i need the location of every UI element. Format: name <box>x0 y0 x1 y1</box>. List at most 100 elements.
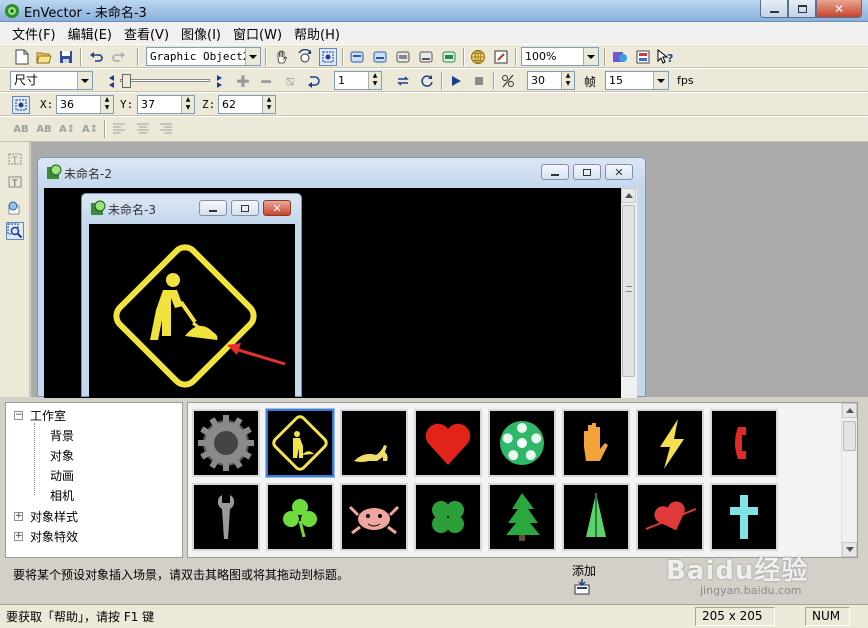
select-object-icon[interactable] <box>319 48 337 66</box>
last-frame-icon[interactable] <box>213 72 227 90</box>
menu-image[interactable]: 图像(I) <box>175 24 227 43</box>
stop-icon[interactable] <box>470 72 488 90</box>
gallery-scrollbar[interactable] <box>841 403 857 557</box>
child-close-button[interactable]: ✕ <box>263 200 291 216</box>
refresh-icon[interactable] <box>418 72 436 90</box>
redo-icon[interactable] <box>110 48 128 66</box>
vertical-scrollbar[interactable] <box>621 188 637 398</box>
properties-icon[interactable] <box>634 48 652 66</box>
edit-picture-icon[interactable] <box>492 48 510 66</box>
globe-icon[interactable] <box>469 48 487 66</box>
spin-arrows[interactable]: ▲ ▼ <box>368 72 381 89</box>
rotate-tool-icon[interactable] <box>296 48 314 66</box>
render-icon[interactable] <box>611 48 629 66</box>
mode-select[interactable]: 尺寸 <box>10 71 93 90</box>
fps-spinner[interactable]: 30 ▲ ▼ <box>527 71 575 90</box>
gallery-item[interactable] <box>562 483 630 551</box>
open-folder-icon[interactable] <box>35 48 53 66</box>
frames-select[interactable]: 15 <box>605 71 669 90</box>
new-file-icon[interactable] <box>13 48 31 66</box>
tree-item-studio[interactable]: 工作室 <box>30 407 66 424</box>
selection-zoom-icon[interactable] <box>6 222 24 240</box>
gallery-item[interactable] <box>266 409 334 477</box>
loop-back-icon[interactable] <box>305 72 323 90</box>
maximize-button[interactable] <box>788 0 816 18</box>
minimize-button[interactable] <box>760 0 788 18</box>
scroll-thumb[interactable] <box>843 421 856 451</box>
frame-spinner[interactable]: 1 ▲ ▼ <box>334 71 382 90</box>
child-restore-button[interactable] <box>231 200 259 216</box>
child-close-button[interactable]: ✕ <box>605 164 633 180</box>
close-button[interactable]: ✕ <box>816 0 862 18</box>
tree-item-object-styles[interactable]: 对象样式 <box>30 508 78 525</box>
gallery-item[interactable] <box>192 483 260 551</box>
first-frame-icon[interactable] <box>104 72 118 90</box>
layer-front-icon[interactable] <box>348 48 366 66</box>
layer-back-icon[interactable] <box>417 48 435 66</box>
spin-arrows[interactable]: ▲ ▼ <box>100 96 113 113</box>
menu-file[interactable]: 文件(F) <box>6 24 62 43</box>
tree-item-animation[interactable]: 动画 <box>50 467 74 484</box>
child-restore-button[interactable] <box>573 164 601 180</box>
undo-icon[interactable] <box>87 48 105 66</box>
gallery-item[interactable] <box>340 409 408 477</box>
spin-arrows[interactable]: ▲ ▼ <box>561 72 574 89</box>
slider-thumb[interactable] <box>122 74 131 88</box>
child-minimize-button[interactable] <box>541 164 569 180</box>
tree-expand-icon[interactable]: + <box>14 512 23 521</box>
tree-item-object-effects[interactable]: 对象特效 <box>30 528 78 545</box>
document-window-front[interactable]: 未命名-3 ✕ <box>81 193 302 398</box>
construction-sign-object[interactable] <box>89 224 295 398</box>
gallery-item[interactable] <box>636 483 704 551</box>
play-icon[interactable] <box>447 72 465 90</box>
menu-view[interactable]: 查看(V) <box>118 24 175 43</box>
gallery-item[interactable] <box>414 483 482 551</box>
text-size-up-icon[interactable]: A↕ <box>58 120 76 138</box>
gallery-item[interactable] <box>710 409 778 477</box>
remove-keyframe-icon[interactable]: ━ <box>257 72 275 91</box>
add-keyframe-icon[interactable]: ✚ <box>234 72 252 91</box>
child-minimize-button[interactable] <box>199 200 227 216</box>
tween-icon[interactable]: ⧅ <box>281 72 299 90</box>
hand-tool-icon[interactable] <box>273 48 291 66</box>
scroll-thumb[interactable] <box>622 205 635 377</box>
timeline-slider[interactable] <box>120 72 210 90</box>
text-style-2-icon[interactable]: AB <box>35 120 53 138</box>
align-left-icon[interactable] <box>110 120 128 138</box>
tree-item-camera[interactable]: 相机 <box>50 487 74 504</box>
zoom-select[interactable]: 100% <box>521 47 599 66</box>
gallery-item[interactable] <box>488 409 556 477</box>
tree-collapse-icon[interactable]: − <box>14 411 23 420</box>
gallery-item[interactable] <box>562 409 630 477</box>
gallery-item[interactable] <box>266 483 334 551</box>
menu-window[interactable]: 窗口(W) <box>227 24 288 43</box>
object-select[interactable]: Graphic Object2 <box>146 47 261 66</box>
loop-icon[interactable] <box>394 72 412 90</box>
gallery-item[interactable] <box>192 409 260 477</box>
spin-arrows[interactable]: ▲ ▼ <box>262 96 275 113</box>
layer-forward-icon[interactable] <box>371 48 389 66</box>
layer-group-icon[interactable] <box>440 48 458 66</box>
y-spinner[interactable]: 37 ▲ ▼ <box>137 95 195 114</box>
gallery-item[interactable] <box>710 483 778 551</box>
align-center-icon[interactable] <box>134 120 152 138</box>
gallery-item[interactable] <box>488 483 556 551</box>
text-style-1-icon[interactable]: AB <box>12 120 30 138</box>
tree-expand-icon[interactable]: + <box>14 532 23 541</box>
tree-item-object[interactable]: 对象 <box>50 447 74 464</box>
position-mode-icon[interactable] <box>12 96 30 114</box>
save-icon[interactable] <box>57 48 75 66</box>
canvas-front[interactable] <box>89 224 295 398</box>
text-box-icon[interactable]: T <box>6 173 24 191</box>
x-spinner[interactable]: 36 ▲ ▼ <box>56 95 114 114</box>
text-object-icon[interactable]: T <box>6 150 24 168</box>
scroll-up-icon[interactable] <box>842 403 857 418</box>
menu-help[interactable]: 帮助(H) <box>288 24 346 43</box>
spin-arrows[interactable]: ▲ ▼ <box>181 96 194 113</box>
gallery-item[interactable] <box>636 409 704 477</box>
text-size-down-icon[interactable]: A↕ <box>81 120 99 138</box>
layer-backward-icon[interactable] <box>394 48 412 66</box>
tree-item-background[interactable]: 背景 <box>50 427 74 444</box>
gallery-item[interactable] <box>414 409 482 477</box>
gallery-item[interactable] <box>340 483 408 551</box>
